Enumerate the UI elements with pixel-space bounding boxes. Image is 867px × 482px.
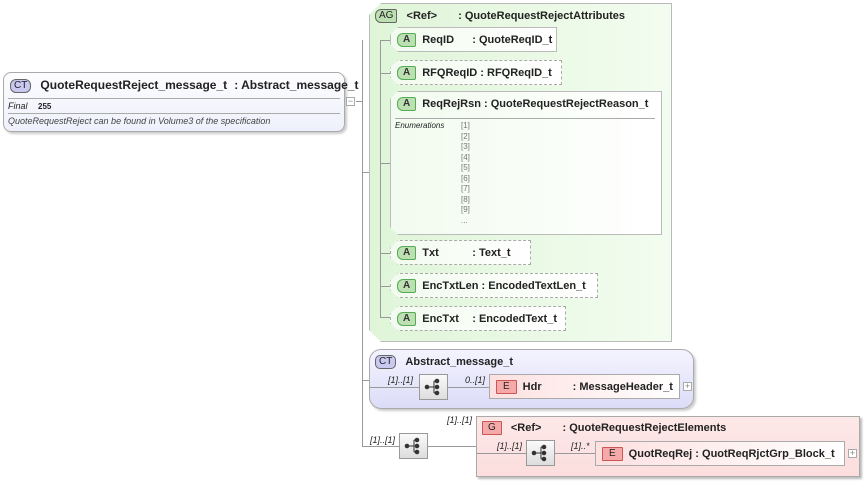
multiplicity: [1]..[1]	[388, 375, 414, 385]
enum-value: [4]	[461, 152, 470, 162]
attribute-name: RFQReqID	[422, 66, 478, 79]
attribute-badge: A	[397, 33, 416, 47]
type-name: QuoteRequestReject_message_t	[40, 78, 228, 92]
group-badge: G	[482, 421, 502, 435]
attribute-group-badge: AG	[375, 9, 397, 23]
element-type: : MessageHeader_t	[572, 380, 673, 393]
attribute-type: : Text_t	[472, 246, 511, 259]
ref-label: <Ref>	[406, 9, 438, 22]
attribute-badge: A	[397, 279, 416, 293]
collapse-button[interactable]: −	[346, 97, 355, 106]
attribute-reqid[interactable]: A ReqID : QuoteReqID_t	[390, 27, 557, 52]
description: QuoteRequestReject can be found in Volum…	[8, 116, 271, 126]
enumeration-list: [1] [2] [3] [4] [5] [6] [7] [8] [9] ...	[461, 121, 470, 226]
enum-value: [9]	[461, 205, 470, 214]
final-label: Final	[8, 101, 28, 111]
enumerations-label: Enumerations	[395, 121, 445, 130]
abstract-name: Abstract_message_t	[405, 355, 514, 368]
attribute-name: EncTxtLen	[422, 279, 479, 292]
enum-value: [8]	[461, 194, 470, 204]
attribute-type: : EncodedTextLen_t	[481, 279, 586, 292]
attribute-name: ReqRejRsn	[422, 97, 481, 110]
enum-value: [6]	[461, 173, 470, 183]
element-name: QuotReqRej	[628, 447, 693, 460]
attribute-type: : QuoteReqID_t	[472, 33, 553, 46]
sequence-icon[interactable]	[399, 433, 428, 459]
sequence-icon[interactable]	[419, 374, 448, 400]
attribute-badge: A	[397, 97, 416, 111]
attribute-badge: A	[397, 246, 416, 260]
attribute-name: EncTxt	[422, 312, 459, 325]
sequence-icon[interactable]	[526, 440, 555, 466]
enum-value: [5]	[461, 163, 470, 172]
enum-value: [2]	[461, 131, 470, 141]
base-type: : Abstract_message_t	[234, 78, 359, 92]
complex-type-badge: CT	[10, 79, 32, 94]
element-name: Hdr	[522, 380, 542, 393]
complex-type-badge: CT	[375, 355, 397, 369]
element-badge: E	[496, 380, 517, 394]
attribute-enctxtlen[interactable]: A EncTxtLen : EncodedTextLen_t	[390, 273, 598, 298]
attribute-txt[interactable]: A Txt : Text_t	[390, 240, 531, 265]
element-type: : QuotReqRjctGrp_Block_t	[695, 447, 835, 460]
multiplicity: [1]..[1]	[497, 441, 523, 451]
attribute-badge: A	[397, 312, 416, 326]
multiplicity: [1]..[1]	[447, 415, 473, 425]
attribute-reqrejrsn[interactable]: A ReqRejRsn : QuoteRequestRejectReason_t …	[390, 91, 662, 235]
attribute-type: : QuoteRequestRejectReason_t	[483, 97, 649, 110]
multiplicity: [1]..*	[571, 441, 590, 451]
ref-label: <Ref>	[510, 421, 542, 434]
attribute-rfqreqid[interactable]: A RFQReqID : RFQReqID_t	[390, 60, 562, 85]
expand-button[interactable]: +	[848, 449, 857, 458]
expand-button[interactable]: +	[683, 382, 692, 391]
group-type: : QuoteRequestRejectAttributes	[458, 9, 626, 22]
multiplicity: 0..[1]	[465, 375, 486, 385]
enum-value: ...	[461, 215, 468, 225]
element-hdr[interactable]: E Hdr : MessageHeader_t	[489, 374, 680, 399]
complex-type-box[interactable]: CT QuoteRequestReject_message_t : Abstra…	[3, 72, 359, 132]
enum-value: [1]	[461, 121, 470, 130]
enum-value: [3]	[461, 142, 470, 151]
attribute-name: ReqID	[422, 33, 455, 46]
group-type: : QuoteRequestRejectElements	[562, 421, 727, 434]
multiplicity: [1]..[1]	[370, 435, 396, 445]
attribute-type: : EncodedText_t	[472, 312, 557, 325]
attribute-enctxt[interactable]: A EncTxt : EncodedText_t	[390, 306, 566, 331]
attribute-type: : RFQReqID_t	[480, 66, 552, 79]
final-value: 255	[38, 102, 52, 111]
attribute-name: Txt	[422, 246, 439, 259]
element-quotreqrej[interactable]: E QuotReqRej : QuotReqRjctGrp_Block_t	[595, 441, 845, 466]
element-badge: E	[602, 447, 623, 461]
attribute-badge: A	[397, 66, 416, 80]
enum-value: [7]	[461, 184, 470, 193]
